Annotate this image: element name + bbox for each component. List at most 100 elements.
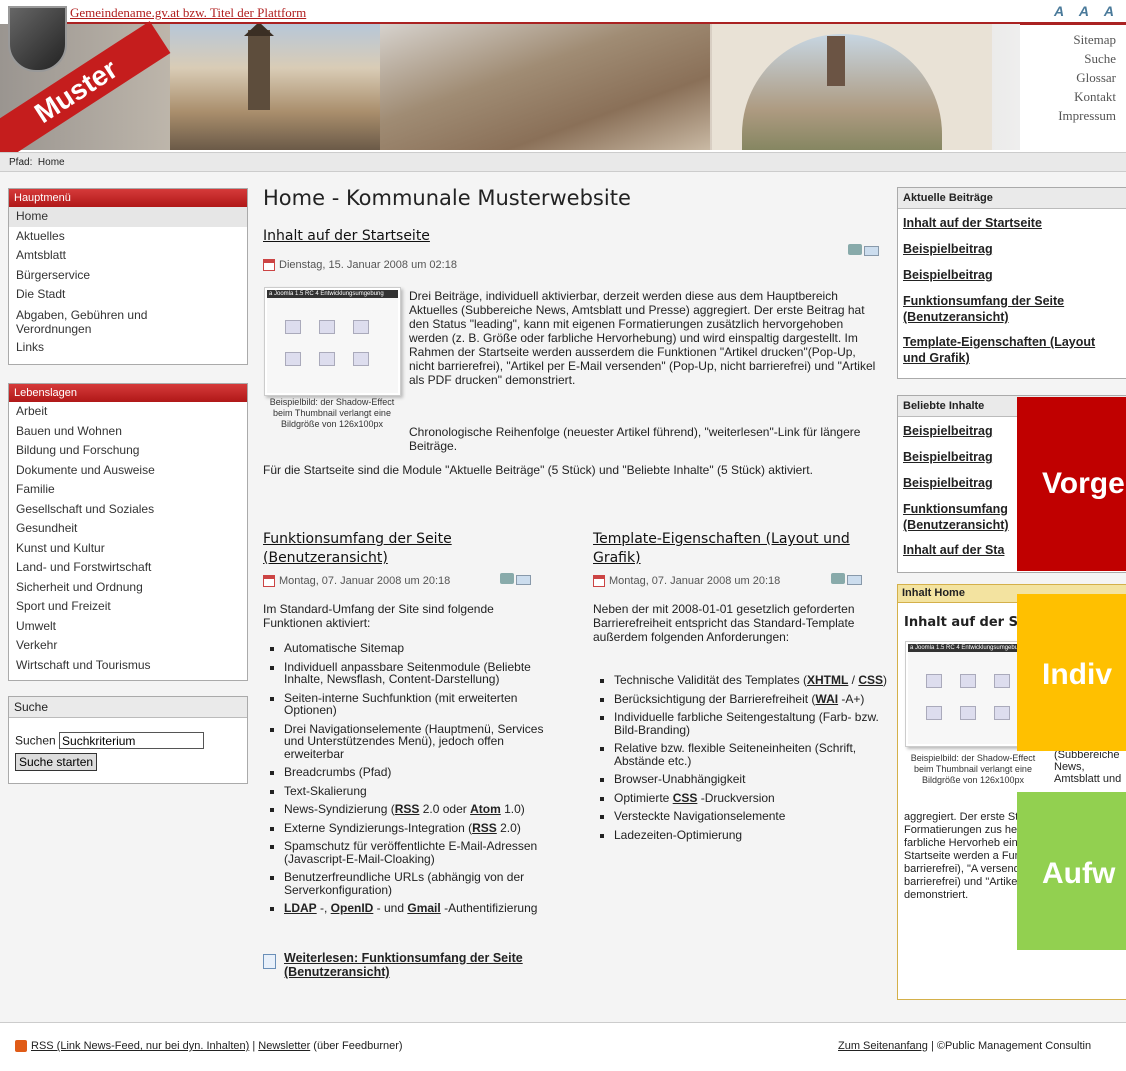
- print-email-icon[interactable]: [831, 572, 862, 585]
- recent-articles: Aktuelle Beiträge Inhalt auf der Startse…: [897, 187, 1126, 379]
- readmore[interactable]: Weiterlesen: Funktionsumfang der Seite (…: [263, 951, 533, 979]
- article1-date-text: Dienstag, 15. Januar 2008 um 02:18: [279, 259, 457, 271]
- search-input[interactable]: [59, 732, 205, 749]
- menu-item-abgaben[interactable]: Abgaben, Gebühren und Verordnungen: [9, 305, 196, 338]
- css-link[interactable]: CSS: [673, 791, 698, 805]
- list-item: Optimierte CSS -Druckversion: [614, 791, 891, 805]
- list-item: Spamschutz für veröffentlichte E-Mail-Ad…: [284, 840, 566, 865]
- recent-item[interactable]: Beispielbeitrag: [898, 267, 1126, 283]
- home-side-text: (Subbereiche News, Amtsblatt und: [1054, 749, 1122, 785]
- home-content-subtitle: Inhalt auf der Sta: [904, 615, 1033, 630]
- article3-date: Montag, 07. Januar 2008 um 20:18: [593, 575, 780, 588]
- recent-item[interactable]: Template-Eigenschaften (Layout und Grafi…: [898, 334, 1113, 366]
- openid-link[interactable]: OpenID: [331, 901, 374, 915]
- calendar-icon: [593, 575, 605, 588]
- list-item: Berücksichtigung der Barrierefreiheit (W…: [614, 692, 891, 706]
- rss-link[interactable]: RSS: [395, 802, 420, 816]
- site-title-link[interactable]: Gemeindename.gv.at bzw. Titel der Plattf…: [70, 5, 306, 21]
- css-link[interactable]: CSS: [858, 673, 883, 687]
- menu-item-home[interactable]: Home: [9, 207, 247, 227]
- footer-copyright: | ©Public Management Consultin: [927, 1040, 1092, 1052]
- print-email-icon[interactable]: [500, 572, 531, 585]
- popular-item[interactable]: Funktionsumfang (Benutzeransicht): [898, 501, 1013, 533]
- calendar-icon: [263, 575, 275, 588]
- menu-item-aktuelles[interactable]: Aktuelles: [9, 227, 247, 247]
- menu-item-bildung[interactable]: Bildung und Forschung: [9, 441, 247, 461]
- recent-title: Aktuelle Beiträge: [898, 188, 1126, 209]
- menu-item-bauen[interactable]: Bauen und Wohnen: [9, 422, 247, 442]
- xhtml-link[interactable]: XHTML: [807, 673, 848, 687]
- list-item: News-Syndizierung (RSS 2.0 oder Atom 1.0…: [284, 803, 566, 816]
- atom-link[interactable]: Atom: [470, 802, 501, 816]
- menu-item-wirtschaft[interactable]: Wirtschaft und Tourismus: [9, 656, 247, 676]
- lebenslagen-title: Lebenslagen: [9, 384, 247, 402]
- topnav-glossar[interactable]: Glossar: [1020, 68, 1126, 87]
- gmail-link[interactable]: Gmail: [407, 901, 440, 915]
- font-size-controls[interactable]: A A A: [1054, 3, 1120, 19]
- overlay-yellow: Indiv: [1017, 594, 1126, 751]
- menu-item-die-stadt[interactable]: Die Stadt: [9, 285, 247, 305]
- topnav-suche[interactable]: Suche: [1020, 49, 1126, 68]
- article1-date: Dienstag, 15. Januar 2008 um 02:18: [263, 259, 457, 272]
- print-email-icon[interactable]: [848, 243, 879, 256]
- lebenslagen-menu: Lebenslagen Arbeit Bauen und Wohnen Bild…: [8, 383, 248, 681]
- article1-title[interactable]: Inhalt auf der Startseite: [263, 228, 430, 244]
- list-item: Automatische Sitemap: [284, 642, 566, 655]
- menu-item-kunst[interactable]: Kunst und Kultur: [9, 539, 247, 559]
- back-to-top-link[interactable]: Zum Seitenanfang: [838, 1040, 928, 1052]
- breadcrumb-home[interactable]: Home: [38, 157, 65, 168]
- article1-thumb-caption: Beispielbild: der Shadow-Effect beim Thu…: [269, 397, 395, 429]
- topnav-sitemap[interactable]: Sitemap: [1020, 30, 1126, 49]
- footer-newsletter-note: (über Feedburner): [310, 1040, 403, 1052]
- menu-item-verkehr[interactable]: Verkehr: [9, 636, 247, 656]
- menu-item-buergerservice[interactable]: Bürgerservice: [9, 266, 247, 286]
- menu-item-landwirtschaft[interactable]: Land- und Forstwirtschaft: [9, 558, 247, 578]
- recent-item[interactable]: Inhalt auf der Startseite: [898, 215, 1126, 231]
- recent-item[interactable]: Beispielbeitrag: [898, 241, 1126, 257]
- menu-item-gesundheit[interactable]: Gesundheit: [9, 519, 247, 539]
- menu-item-umwelt[interactable]: Umwelt: [9, 617, 247, 637]
- wai-link[interactable]: WAI: [815, 692, 838, 706]
- article3-intro: Neben der mit 2008-01-01 gesetzlich gefo…: [593, 602, 855, 644]
- rss-icon: [15, 1040, 27, 1053]
- menu-item-familie[interactable]: Familie: [9, 480, 247, 500]
- footer-newsletter-link[interactable]: Newsletter: [258, 1040, 310, 1052]
- article3-title[interactable]: Template-Eigenschaften (Layout und Grafi…: [593, 530, 873, 568]
- menu-item-gesellschaft[interactable]: Gesellschaft und Soziales: [9, 500, 247, 520]
- readmore-link[interactable]: Weiterlesen: Funktionsumfang der Seite (…: [284, 951, 533, 979]
- calendar-icon: [263, 259, 275, 272]
- menu-item-sicherheit[interactable]: Sicherheit und Ordnung: [9, 578, 247, 598]
- article1-para1: Drei Beiträge, individuell aktivierbar, …: [409, 289, 876, 387]
- search-label: Suchen: [15, 733, 56, 748]
- header: Gemeindename.gv.at bzw. Titel der Plattf…: [0, 0, 1126, 162]
- topnav-impressum[interactable]: Impressum: [1020, 106, 1126, 125]
- article2-title[interactable]: Funktionsumfang der Seite (Benutzeransic…: [263, 530, 493, 568]
- list-item: Browser-Unabhängigkeit: [614, 773, 891, 786]
- article2-feature-list: Automatische Sitemap Individuell anpassb…: [263, 642, 566, 921]
- list-item: Text-Skalierung: [284, 784, 566, 798]
- recent-item[interactable]: Funktionsumfang der Seite (Benutzeransic…: [898, 293, 1093, 325]
- search-button[interactable]: Suche starten: [15, 753, 98, 771]
- menu-item-sport[interactable]: Sport und Freizeit: [9, 597, 247, 617]
- list-item: Technische Validität des Templates (XHTM…: [614, 674, 891, 687]
- menu-item-dokumente[interactable]: Dokumente und Ausweise: [9, 461, 247, 481]
- breadcrumb: Pfad: Home: [0, 152, 1126, 172]
- overlay-red: Vorge: [1017, 397, 1126, 571]
- search-box: Suche Suchen Suche starten: [8, 696, 248, 784]
- article3-feature-list: Technische Validität des Templates (XHTM…: [593, 674, 891, 847]
- footer-sep: |: [249, 1040, 259, 1052]
- logo-shield-icon: [8, 6, 67, 72]
- list-item: LDAP -, OpenID - und Gmail -Authentifizi…: [284, 902, 566, 915]
- article2-date: Montag, 07. Januar 2008 um 20:18: [263, 575, 450, 588]
- menu-item-arbeit[interactable]: Arbeit: [9, 402, 247, 422]
- menu-item-amtsblatt[interactable]: Amtsblatt: [9, 246, 247, 266]
- menu-item-links[interactable]: Links: [9, 338, 247, 358]
- footer-rss-link[interactable]: RSS (Link News-Feed, nur bei dyn. Inhalt…: [31, 1040, 249, 1052]
- topnav-kontakt[interactable]: Kontakt: [1020, 87, 1126, 106]
- main-menu-title: Hauptmenü: [9, 189, 247, 207]
- list-item: Breadcrumbs (Pfad): [284, 766, 566, 779]
- rss-link[interactable]: RSS: [472, 821, 497, 835]
- ldap-link[interactable]: LDAP: [284, 901, 317, 915]
- list-item: Individuell anpassbare Seitenmodule (Bel…: [284, 660, 566, 686]
- overlay-yellow-label: Indiv: [1042, 658, 1113, 691]
